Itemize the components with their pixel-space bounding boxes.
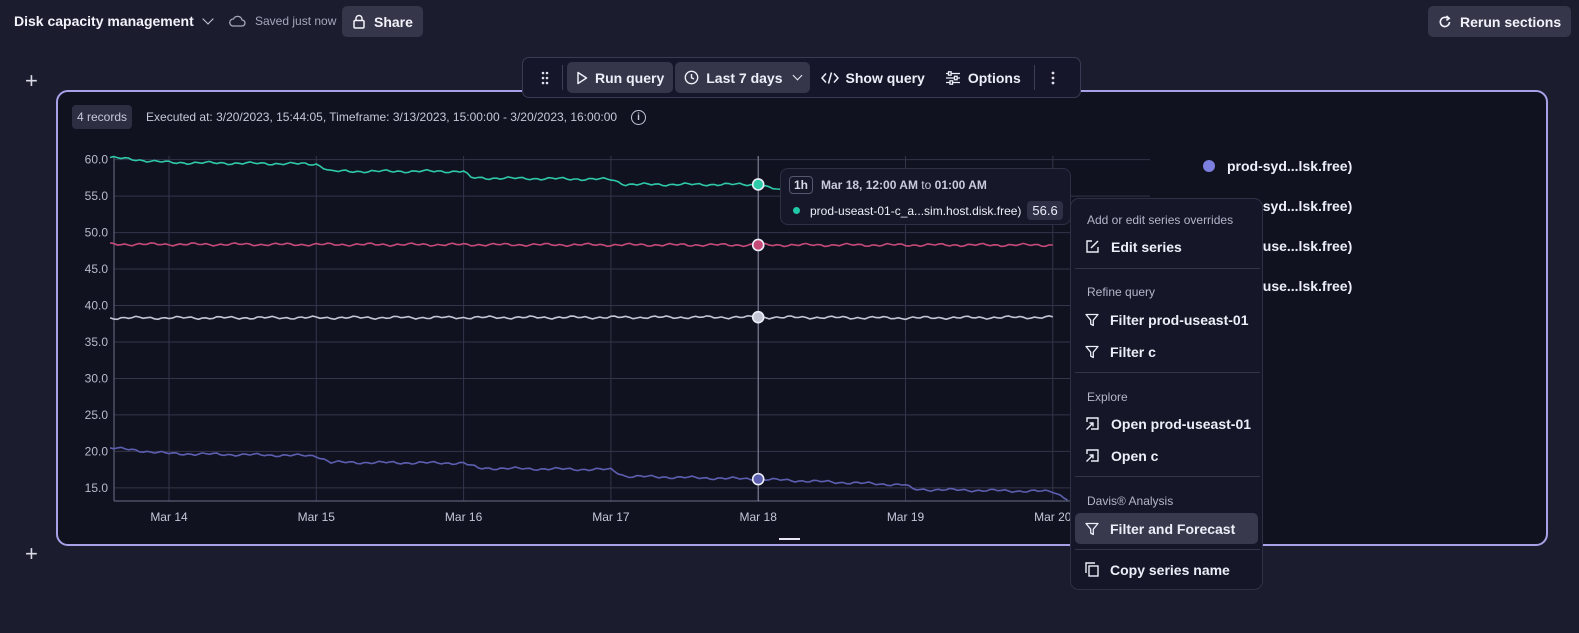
copy-series-name-item[interactable]: Copy series name (1075, 554, 1258, 585)
copy-icon (1085, 562, 1099, 577)
filter-and-forecast-item[interactable]: Filter and Forecast (1075, 513, 1258, 544)
drag-handle-icon[interactable] (529, 62, 558, 93)
clock-icon (684, 70, 699, 85)
refresh-icon (1439, 14, 1451, 27)
section-toolbar: Run query Last 7 days Show query Options (522, 57, 1081, 98)
run-query-label: Run query (595, 69, 665, 86)
timeframe-selector[interactable]: Last 7 days (675, 62, 810, 93)
tooltip-end: 01:00 AM (934, 178, 987, 192)
play-icon (577, 71, 588, 84)
edit-series-item[interactable]: Edit series (1075, 231, 1258, 262)
chart-tooltip: 1h Mar 18, 12:00 AM to 01:00 AM prod-use… (780, 168, 1071, 225)
tooltip-to: to (921, 178, 932, 192)
series-color-dot (793, 207, 800, 214)
filter-host-item[interactable]: Filter prod-useast-01 (1075, 304, 1258, 335)
cloud-icon (229, 15, 246, 27)
toolbar-divider (562, 65, 563, 90)
rerun-sections-label: Rerun sections (1460, 13, 1562, 30)
open-host-label: Open prod-useast-01 (1111, 415, 1252, 432)
records-badge: 4 records (72, 105, 133, 129)
tooltip-start: Mar 18, 12:00 AM (821, 178, 918, 192)
more-options-icon[interactable] (1039, 62, 1067, 93)
show-query-button[interactable]: Show query (812, 62, 934, 93)
open-link-icon (1086, 417, 1099, 430)
menu-divider (1075, 549, 1260, 550)
options-label: Options (967, 69, 1021, 86)
run-query-button[interactable]: Run query (567, 62, 674, 93)
legend-item[interactable]: prod-syd...lsk.free) (1203, 146, 1352, 186)
filter-c-item[interactable]: Filter c (1075, 336, 1258, 367)
menu-section-overrides: Add or edit series overrides (1087, 213, 1234, 227)
legend-dot (1203, 160, 1215, 172)
toolbar-divider (1033, 65, 1035, 90)
share-button-label: Share (374, 13, 413, 30)
sliders-icon (945, 70, 960, 85)
open-link-icon (1086, 449, 1099, 462)
open-c-label: Open c (1111, 447, 1159, 464)
add-section-bottom-icon[interactable]: + (25, 543, 38, 565)
code-icon (820, 71, 839, 84)
save-status-text: Saved just now (255, 14, 337, 28)
dashboard-title[interactable]: Disk capacity management (14, 13, 214, 29)
dashboard-title-text: Disk capacity management (14, 13, 194, 29)
filter-icon (1085, 313, 1099, 326)
edit-series-label: Edit series (1111, 238, 1182, 255)
filter-host-label: Filter prod-useast-01 (1110, 311, 1249, 328)
menu-section-explore: Explore (1087, 390, 1128, 404)
filter-and-forecast-label: Filter and Forecast (1110, 520, 1236, 537)
resize-handle[interactable] (779, 538, 800, 540)
copy-series-name-label: Copy series name (1110, 561, 1230, 578)
menu-section-davis: Davis® Analysis (1087, 494, 1174, 508)
menu-divider (1075, 476, 1260, 477)
tooltip-series-name: prod-useast-01-c_a...sim.host.disk.free) (810, 203, 1022, 218)
save-status: Saved just now (229, 14, 336, 28)
add-section-top-icon[interactable]: + (25, 70, 38, 92)
open-c-item[interactable]: Open c (1075, 440, 1258, 471)
share-button[interactable]: Share (342, 6, 423, 37)
rerun-sections-button[interactable]: Rerun sections (1428, 6, 1572, 37)
show-query-label: Show query (845, 69, 925, 86)
tooltip-value: 56.6 (1027, 201, 1063, 220)
chart-section-card[interactable]: 4 records Executed at: 3/20/2023, 15:44:… (56, 90, 1548, 546)
series-context-menu: Add or edit series overrides Edit series… (1070, 198, 1263, 590)
executed-info: Executed at: 3/20/2023, 15:44:05, Timefr… (146, 110, 618, 124)
legend-label: prod-syd...lsk.free) (1227, 158, 1353, 174)
edit-icon (1086, 240, 1099, 253)
top-bar: Disk capacity management Saved just now … (0, 0, 1579, 43)
query-meta: 4 records Executed at: 3/20/2023, 15:44:… (72, 105, 647, 129)
filter-icon (1085, 522, 1099, 535)
filter-c-label: Filter c (1110, 343, 1156, 360)
lock-icon (353, 14, 365, 29)
chevron-down-icon[interactable] (202, 13, 214, 25)
chevron-down-icon (792, 70, 802, 81)
menu-divider (1075, 268, 1260, 269)
menu-divider (1075, 372, 1260, 373)
menu-section-refine: Refine query (1087, 285, 1156, 299)
info-icon[interactable]: i (631, 109, 647, 125)
timeframe-label: Last 7 days (706, 69, 783, 86)
interval-badge: 1h (789, 176, 814, 194)
open-host-item[interactable]: Open prod-useast-01 (1075, 408, 1258, 439)
filter-icon (1085, 345, 1099, 358)
options-button[interactable]: Options (936, 62, 1030, 93)
